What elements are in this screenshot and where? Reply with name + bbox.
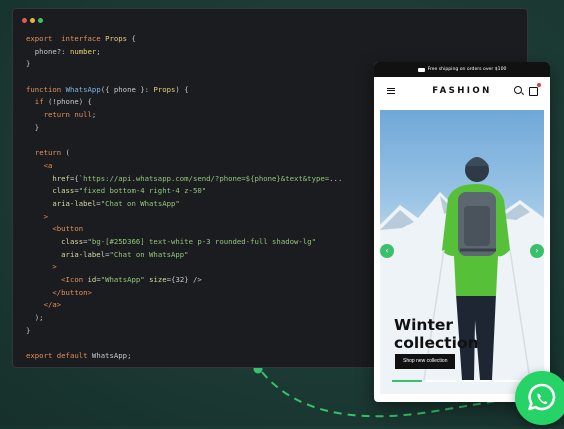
- code-token: "bg-[#25D366] text-white p-3 rounded-ful…: [87, 237, 316, 246]
- phone-mockup: Free shipping on orders over $100 FASHIO…: [374, 62, 550, 402]
- code-token: size: [149, 275, 167, 285]
- bag-icon[interactable]: [529, 87, 538, 96]
- code-token: ={: [69, 173, 79, 183]
- code-token: return: [43, 110, 70, 120]
- whatsapp-float-button[interactable]: [515, 371, 564, 425]
- code-token: "Chat on WhatsApp": [100, 198, 180, 208]
- code-token: "WhatsApp": [100, 275, 145, 285]
- code-token: export: [26, 34, 53, 43]
- slide-indicators: [392, 380, 524, 382]
- search-icon[interactable]: [514, 86, 522, 94]
- prev-slide-button[interactable]: ‹: [380, 244, 394, 258]
- code-token: ={32} />: [166, 275, 202, 285]
- slide-indicator-2[interactable]: [426, 380, 456, 382]
- code-token: Props: [153, 84, 176, 94]
- code-token: ...: [329, 173, 343, 183]
- code-token: }: [26, 59, 31, 69]
- code-token: if: [34, 97, 44, 107]
- code-token: interface: [61, 34, 101, 43]
- shop-collection-button[interactable]: Shop new collection: [395, 354, 456, 369]
- code-token: ;: [96, 46, 101, 56]
- code-token: id: [87, 275, 97, 285]
- minimize-dot[interactable]: [30, 18, 35, 23]
- code-token: >: [43, 211, 48, 221]
- code-token: href: [52, 173, 70, 183]
- code-token: <Icon: [61, 275, 84, 285]
- code-token: WhatsApp: [65, 84, 101, 94]
- code-token: "Chat on WhatsApp": [109, 249, 189, 259]
- close-dot[interactable]: [22, 18, 27, 23]
- code-line: export interface Props {: [26, 33, 527, 46]
- code-token: null: [74, 110, 92, 120]
- maximize-dot[interactable]: [38, 18, 43, 23]
- code-token: export: [26, 351, 53, 361]
- code-token: class: [52, 186, 75, 196]
- code-token: aria-label: [61, 249, 106, 259]
- code-token: "fixed bottom-4 right-4 z-50": [78, 186, 207, 196]
- code-token: phone?:: [26, 46, 70, 56]
- code-token: <a: [43, 160, 53, 170]
- code-token: return: [34, 148, 62, 158]
- code-token: (: [61, 148, 70, 158]
- slide-indicator-3[interactable]: [460, 380, 490, 382]
- truck-icon: [417, 67, 425, 72]
- hero-title-line-2: collection: [394, 334, 479, 352]
- hero-banner: ‹ › Winter collection Shop new collectio…: [380, 110, 544, 394]
- code-token: aria-label: [52, 198, 97, 208]
- code-token: }: [26, 122, 40, 132]
- window-controls: [22, 18, 43, 23]
- code-token: Props: [105, 34, 128, 43]
- code-token: `https://api.whatsapp.com/send/?phone=${…: [78, 173, 330, 183]
- hero-title: Winter collection: [394, 316, 479, 352]
- code-token: }: [26, 325, 31, 335]
- hero-title-line-1: Winter: [394, 316, 454, 334]
- promo-bar: Free shipping on orders over $100: [374, 62, 550, 77]
- code-token: function: [26, 84, 62, 94]
- code-token: {: [127, 34, 136, 43]
- code-token: ;: [91, 110, 97, 120]
- next-slide-button[interactable]: ›: [530, 244, 544, 258]
- code-token: ({ phone }:: [100, 84, 154, 94]
- code-token: (!phone) {: [43, 97, 92, 107]
- promo-text: Free shipping on orders over $100: [427, 67, 507, 72]
- code-token: number: [69, 46, 97, 56]
- code-token: <button: [52, 224, 84, 234]
- code-token: </button>: [52, 287, 92, 297]
- code-token: </a>: [43, 300, 62, 310]
- code-token: >: [52, 262, 57, 272]
- code-token: );: [26, 313, 44, 323]
- code-token: class: [61, 237, 84, 246]
- code-token: WhatsApp;: [87, 351, 132, 361]
- code-token: ) {: [175, 84, 189, 94]
- slide-indicator-1[interactable]: [392, 380, 422, 382]
- whatsapp-icon: [528, 383, 556, 411]
- code-line: phone?: number;: [26, 46, 527, 59]
- bag-badge: [537, 83, 541, 87]
- code-token: default: [56, 351, 88, 361]
- store-header: FASHION: [374, 77, 550, 105]
